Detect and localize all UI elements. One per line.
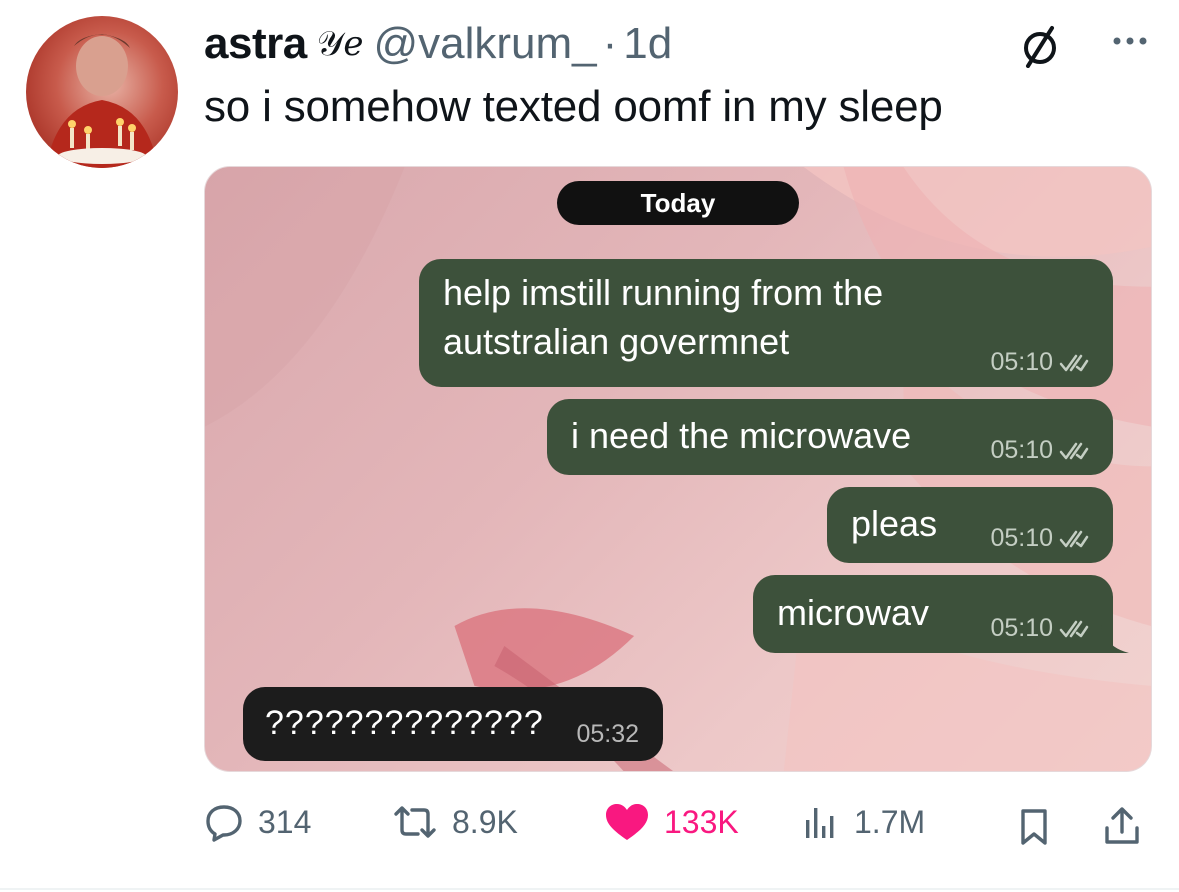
heart-icon	[606, 804, 648, 840]
views-button[interactable]: 1.7M	[800, 802, 925, 842]
avatar[interactable]	[26, 16, 178, 168]
like-button[interactable]: 133K	[604, 802, 739, 842]
reply-icon	[206, 805, 242, 842]
share-icon[interactable]	[1102, 806, 1142, 846]
message-text: i need the microwave	[571, 415, 912, 456]
message-meta: 05:10	[990, 436, 1089, 465]
message-bubble-outgoing[interactable]: help imstill running from the autstralia…	[419, 259, 1113, 387]
double-check-icon	[1059, 442, 1089, 459]
message-time: 05:10	[990, 348, 1053, 376]
double-check-icon	[1059, 620, 1089, 637]
tweet-timestamp[interactable]: 1d	[623, 19, 672, 69]
reply-count: 314	[258, 803, 312, 840]
message-bubble-outgoing[interactable]: pleas 05:10	[827, 487, 1113, 563]
header-separator: ·	[602, 19, 618, 68]
more-icon[interactable]	[1112, 34, 1148, 48]
like-count: 133K	[664, 803, 739, 840]
null-sign-icon	[1024, 26, 1056, 68]
message-line: autstralian govermnet	[443, 321, 790, 362]
views-count: 1.7M	[854, 803, 926, 840]
author-handle[interactable]: @valkrum_	[373, 19, 596, 69]
tweet-header: astra 𝒴ℯ @valkrum_ · 1d	[204, 18, 672, 70]
message-time: 05:10	[990, 614, 1053, 642]
message-time: 05:10	[990, 436, 1053, 464]
message-meta: 05:10	[990, 524, 1089, 553]
chat-date-label: Today	[557, 181, 799, 225]
repost-count: 8.9K	[452, 803, 518, 840]
tweet-action-bar: 314 8.9K 133K 1.7M	[0, 796, 1179, 856]
divider	[0, 888, 1179, 890]
tweet-text: so i somehow texted oomf in my sleep	[204, 82, 943, 131]
repost-icon	[394, 806, 436, 838]
author-name-glyph: 𝒴ℯ	[316, 25, 364, 63]
double-check-icon	[1059, 530, 1089, 547]
message-text: help imstill running from the autstralia…	[443, 268, 883, 366]
message-meta: 05:10	[990, 614, 1089, 643]
reply-button[interactable]: 314	[204, 802, 311, 842]
message-line: help imstill running from the	[443, 272, 884, 313]
message-time: 05:32	[576, 720, 639, 748]
author-name[interactable]: astra	[204, 19, 307, 69]
double-check-icon	[1059, 354, 1089, 371]
bookmark-icon[interactable]	[1020, 808, 1048, 846]
message-bubble-outgoing[interactable]: microwav 05:10	[753, 575, 1113, 653]
repost-button[interactable]: 8.9K	[392, 802, 518, 842]
message-bubble-incoming[interactable]: ?????????????? 05:32	[243, 687, 663, 761]
views-icon	[806, 808, 834, 838]
bubble-tail	[1101, 625, 1129, 653]
message-text: ??????????????	[265, 704, 544, 742]
message-bubble-outgoing[interactable]: i need the microwave 05:10	[547, 399, 1113, 475]
tweet-media-image[interactable]: Today help imstill running from the auts…	[204, 166, 1152, 772]
message-meta: 05:10	[990, 348, 1089, 377]
message-time: 05:10	[990, 524, 1053, 552]
message-text: pleas	[851, 503, 938, 544]
message-text: microwav	[777, 592, 930, 633]
